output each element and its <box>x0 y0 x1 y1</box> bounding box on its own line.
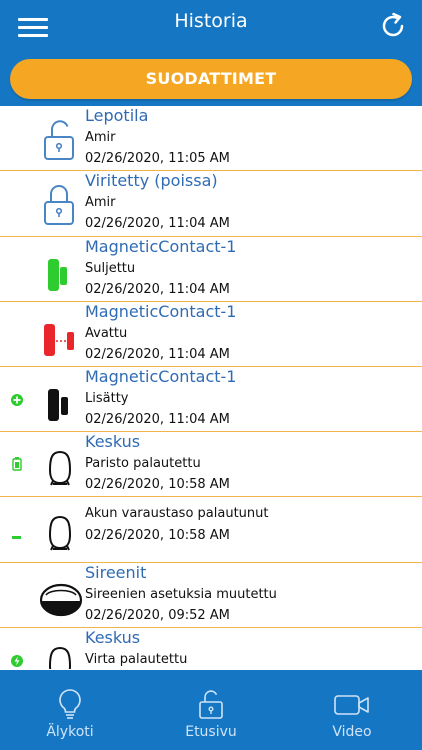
event-time: 02/26/2020, 11:04 AM <box>85 412 230 427</box>
refresh-icon[interactable] <box>378 11 408 41</box>
power-icon <box>10 653 24 667</box>
event-subtitle: Amir <box>85 130 116 145</box>
list-item[interactable]: Sireenit Sireenien asetuksia muutettu 02… <box>0 563 422 628</box>
event-subtitle: Amir <box>85 195 116 210</box>
battery-level-icon <box>12 526 26 540</box>
event-subtitle: Avattu <box>85 326 128 341</box>
event-title: Sireenit <box>85 563 147 582</box>
video-camera-icon <box>334 694 370 720</box>
event-title: Keskus <box>85 432 141 451</box>
nav-item-smart-home[interactable]: Älykoti <box>0 670 140 750</box>
lightbulb-icon <box>57 688 83 724</box>
magnetic-contact-closed-icon <box>40 245 80 293</box>
lock-closed-icon <box>40 179 80 227</box>
event-time: 02/26/2020, 09:52 AM <box>85 608 230 623</box>
event-title: Keskus <box>85 628 141 647</box>
list-item[interactable]: Keskus Virta palautettu <box>0 628 422 669</box>
battery-icon <box>12 456 26 471</box>
magnetic-contact-icon <box>40 375 80 423</box>
event-subtitle: Lisätty <box>85 391 129 406</box>
magnetic-contact-open-icon <box>40 310 80 358</box>
hub-icon <box>40 440 80 488</box>
app-header: Historia SUODATTIMET <box>0 0 422 106</box>
event-time: 02/26/2020, 11:04 AM <box>85 216 230 231</box>
nav-label: Älykoti <box>46 724 94 740</box>
lock-open-icon <box>40 114 80 162</box>
list-item[interactable]: MagneticContact-1 Suljettu 02/26/2020, 1… <box>0 237 422 302</box>
added-plus-icon <box>10 392 24 406</box>
hub-icon <box>40 505 80 553</box>
nav-label: Video <box>332 724 372 740</box>
bottom-nav: Älykoti Etusivu Video <box>0 670 422 750</box>
list-item[interactable]: Keskus Paristo palautettu 02/26/2020, 10… <box>0 432 422 497</box>
event-time: 02/26/2020, 10:58 AM <box>85 528 230 543</box>
list-item[interactable]: Akun varaustaso palautunut 02/26/2020, 1… <box>0 497 422 563</box>
page-title: Historia <box>174 10 248 32</box>
hub-icon <box>40 636 80 669</box>
lock-open-icon <box>197 688 225 724</box>
history-list: Lepotila Amir 02/26/2020, 11:05 AM Virit… <box>0 106 422 669</box>
event-title: MagneticContact-1 <box>85 302 237 321</box>
nav-item-home[interactable]: Etusivu <box>141 670 281 750</box>
event-title: Lepotila <box>85 106 149 125</box>
event-subtitle: Sireenien asetuksia muutettu <box>85 587 277 602</box>
event-title: MagneticContact-1 <box>85 367 237 386</box>
event-time: 02/26/2020, 11:05 AM <box>85 151 230 166</box>
filters-button[interactable]: SUODATTIMET <box>10 59 412 99</box>
event-title: Viritetty (poissa) <box>85 171 218 190</box>
list-item[interactable]: Viritetty (poissa) Amir 02/26/2020, 11:0… <box>0 171 422 237</box>
nav-item-video[interactable]: Video <box>282 670 422 750</box>
event-time: 02/26/2020, 10:58 AM <box>85 477 230 492</box>
list-item[interactable]: MagneticContact-1 Avattu 02/26/2020, 11:… <box>0 302 422 367</box>
list-item[interactable]: Lepotila Amir 02/26/2020, 11:05 AM <box>0 106 422 171</box>
event-title: MagneticContact-1 <box>85 237 237 256</box>
event-time: 02/26/2020, 11:04 AM <box>85 282 230 297</box>
event-subtitle: Virta palautettu <box>85 652 188 667</box>
event-time: 02/26/2020, 11:04 AM <box>85 347 230 362</box>
siren-icon <box>38 571 84 619</box>
event-subtitle: Suljettu <box>85 261 136 276</box>
event-subtitle: Paristo palautettu <box>85 456 201 471</box>
event-subtitle: Akun varaustaso palautunut <box>85 506 269 521</box>
nav-label: Etusivu <box>185 724 237 740</box>
list-item[interactable]: MagneticContact-1 Lisätty 02/26/2020, 11… <box>0 367 422 432</box>
